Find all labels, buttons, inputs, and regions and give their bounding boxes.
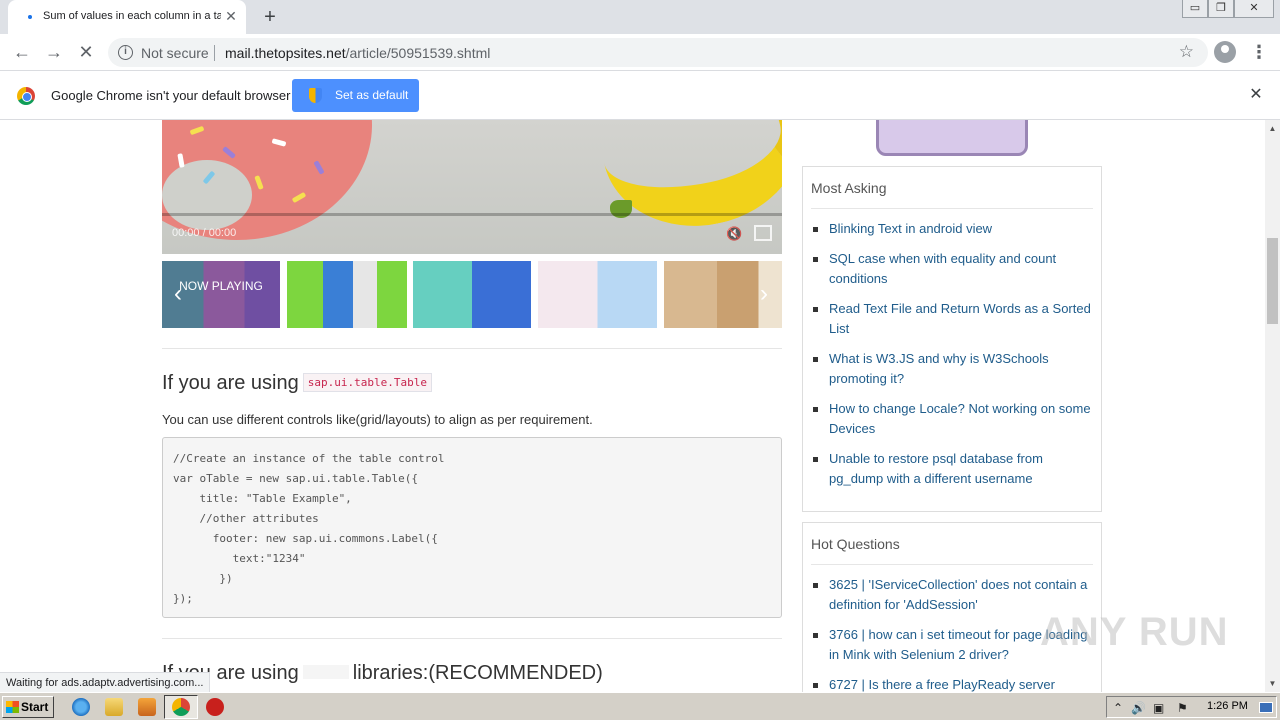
playlist-thumbnail[interactable] <box>538 261 657 328</box>
infobar-close-icon[interactable]: ✕ <box>1246 85 1266 105</box>
address-bar[interactable]: i Not secure mail.thetopsites.net/articl… <box>108 38 1208 67</box>
media-player-icon[interactable] <box>138 698 156 716</box>
answer-heading: If you are using sap.ui.table.Table <box>162 372 432 395</box>
panel-title: Most Asking <box>811 167 1093 209</box>
playlist-prev-arrow-icon[interactable]: ‹ <box>170 281 186 307</box>
clock[interactable]: 1:26 PM <box>1207 700 1248 712</box>
hot-question-link[interactable]: 3625 | 'IServiceCollection' does not con… <box>811 575 1091 615</box>
security-label[interactable]: Not secure <box>141 45 209 61</box>
browser-tab[interactable]: Sum of values in each column in a table … <box>8 0 246 34</box>
most-asking-link[interactable]: How to change Locale? Not working on som… <box>811 399 1091 439</box>
forward-arrow-icon[interactable]: → <box>42 40 66 64</box>
taskbar-chrome-button[interactable] <box>164 695 198 719</box>
tray-expand-icon[interactable]: ⌃ <box>1113 701 1123 715</box>
profile-avatar-icon[interactable] <box>1214 41 1236 63</box>
tab-title: Sum of values in each column in a table <box>43 10 221 22</box>
default-browser-infobar: Google Chrome isn't your default browser… <box>0 71 1280 120</box>
scroll-down-icon[interactable]: ▼ <box>1265 675 1280 692</box>
chrome-logo-icon <box>17 87 35 105</box>
most-asking-link[interactable]: Unable to restore psql database from pg_… <box>811 449 1091 489</box>
internet-explorer-icon[interactable] <box>72 698 90 716</box>
mute-icon[interactable]: 🔇 <box>726 226 742 242</box>
hot-questions-panel: Hot Questions 3625 | 'IServiceCollection… <box>802 522 1102 692</box>
system-tray: ⌃ 🔊 ▣ ⚑ 1:26 PM <box>1106 696 1277 718</box>
tab-close-icon[interactable]: ✕ <box>222 7 240 25</box>
minimize-button[interactable]: ▭ <box>1182 0 1208 18</box>
infobar-message: Google Chrome isn't your default browser <box>51 88 291 103</box>
windows-taskbar: Start ⌃ 🔊 ▣ ⚑ 1:26 PM <box>0 692 1280 720</box>
loading-icon <box>28 15 32 19</box>
next-answer-heading: If you are using libraries:(RECOMMENDED) <box>162 662 603 684</box>
back-arrow-icon[interactable]: ← <box>10 40 34 64</box>
inline-code: sap.ui.table.Table <box>302 373 432 392</box>
network-icon[interactable]: ▣ <box>1153 701 1164 715</box>
playlist-next-arrow-icon[interactable]: › <box>756 281 772 307</box>
sidebar-ad-image[interactable] <box>876 120 1070 156</box>
volume-icon[interactable]: 🔊 <box>1131 701 1146 715</box>
scrollbar-thumb[interactable] <box>1267 238 1278 324</box>
start-button[interactable]: Start <box>2 696 54 718</box>
chrome-taskbar-icon <box>172 698 190 716</box>
folder-icon[interactable] <box>105 698 123 716</box>
playlist-thumbnail[interactable] <box>413 261 531 328</box>
anyrun-watermark: ANY RUN <box>1040 610 1229 654</box>
most-asking-link[interactable]: Blinking Text in android view <box>811 219 1091 239</box>
page-scrollbar[interactable]: ▲ ▼ <box>1265 120 1280 692</box>
omnibox-divider <box>214 45 215 61</box>
video-time: 00:00 / 00:00 <box>172 227 237 239</box>
playlist-thumbnail[interactable] <box>287 261 407 328</box>
most-asking-panel: Most Asking Blinking Text in android vie… <box>802 166 1102 512</box>
show-desktop-icon[interactable] <box>1259 702 1273 713</box>
video-playlist: NOW PLAYING ‹ › <box>162 261 782 328</box>
browser-toolbar: ← → ✕ i Not secure mail.thetopsites.net/… <box>0 34 1280 71</box>
info-icon[interactable]: i <box>118 45 133 60</box>
hot-question-link[interactable]: 6727 | Is there a free PlayReady server <box>811 675 1091 692</box>
status-bubble: Waiting for ads.adaptv.advertising.com..… <box>0 672 211 692</box>
video-frame-image <box>162 120 372 240</box>
fullscreen-icon[interactable] <box>754 225 772 241</box>
set-as-default-button[interactable]: Set as default <box>292 79 419 112</box>
panel-title: Hot Questions <box>811 523 1093 565</box>
warning-app-icon[interactable] <box>206 698 224 716</box>
most-asking-link[interactable]: What is W3.JS and why is W3Schools promo… <box>811 349 1091 389</box>
tab-strip: Sum of values in each column in a table … <box>0 0 1280 34</box>
uac-shield-icon <box>309 88 322 103</box>
most-asking-link[interactable]: SQL case when with equality and count co… <box>811 249 1091 289</box>
menu-kebab-icon[interactable]: ⋮ <box>1250 40 1268 64</box>
answer-paragraph: You can use different controls like(grid… <box>162 412 593 427</box>
page-content: 00:00 / 00:00 🔇 NOW PLAYING ‹ › If you a… <box>0 120 1265 692</box>
scroll-up-icon[interactable]: ▲ <box>1265 120 1280 137</box>
new-tab-button[interactable]: + <box>258 5 282 29</box>
divider <box>162 638 782 639</box>
bookmark-star-icon[interactable]: ☆ <box>1179 42 1194 62</box>
most-asking-link[interactable]: Read Text File and Return Words as a Sor… <box>811 299 1091 339</box>
video-progress-bar[interactable] <box>162 213 782 216</box>
stop-loading-icon[interactable]: ✕ <box>74 40 98 64</box>
divider <box>162 348 782 349</box>
url-text[interactable]: mail.thetopsites.net/article/50951539.sh… <box>225 45 490 61</box>
restore-button[interactable]: ❐ <box>1208 0 1234 18</box>
action-center-flag-icon[interactable]: ⚑ <box>1177 701 1188 715</box>
code-block: //Create an instance of the table contro… <box>162 437 782 618</box>
video-player[interactable]: 00:00 / 00:00 🔇 <box>162 120 782 254</box>
close-window-button[interactable]: ✕ <box>1234 0 1274 18</box>
windows-logo-icon <box>6 701 19 713</box>
